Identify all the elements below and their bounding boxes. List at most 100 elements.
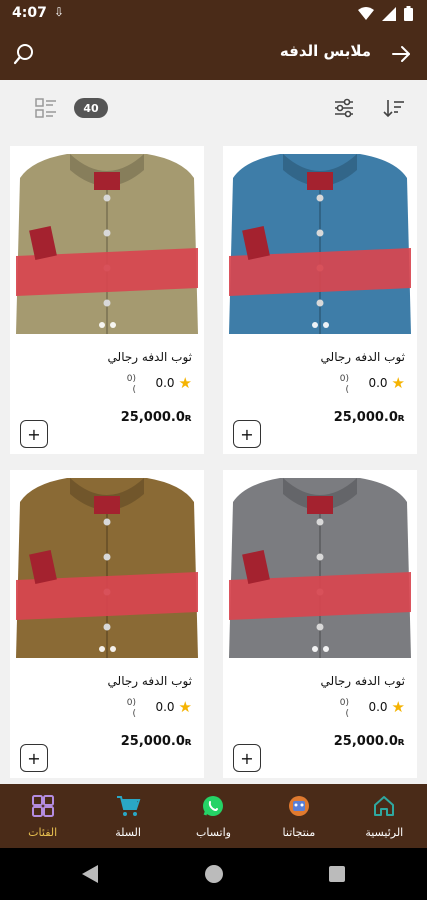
download-icon: ⇩ <box>54 5 65 19</box>
image-carousel-dots <box>12 646 202 652</box>
nav-item-categories[interactable]: الفئات <box>0 784 85 848</box>
plus-icon: + <box>240 424 254 444</box>
add-to-cart-button[interactable]: + <box>233 420 261 448</box>
product-price: 25,000.0ʀ <box>334 734 405 749</box>
rating-value: 0.0 <box>368 700 388 714</box>
price-value: 25,000.0 <box>333 410 398 425</box>
sort-icon <box>383 100 404 118</box>
home-icon <box>372 794 396 822</box>
image-carousel-dots <box>225 646 415 652</box>
product-price: 25,000.0ʀ <box>121 734 192 749</box>
star-icon: ★ <box>178 374 192 392</box>
product-price: 25,000.0ʀ <box>334 410 405 425</box>
nav-item-label: منتجاتنا <box>282 825 316 839</box>
carousel-dot <box>311 322 318 328</box>
sort-button[interactable] <box>382 96 406 120</box>
rating-value: 0.0 <box>155 700 175 714</box>
rating-value: 0.0 <box>368 376 388 390</box>
products-icon <box>287 794 311 822</box>
add-to-cart-button[interactable]: + <box>233 744 261 772</box>
carousel-dot <box>109 646 116 652</box>
star-icon: ★ <box>178 698 192 716</box>
plus-icon: + <box>27 424 41 444</box>
recents-square-icon[interactable] <box>329 866 345 882</box>
search-icon <box>13 44 33 65</box>
product-price: 25,000.0ʀ <box>121 410 192 425</box>
price-value: 25,000.0 <box>120 734 185 749</box>
nav-item-label: الرئيسية <box>365 825 404 839</box>
list-view-toggle[interactable] <box>34 96 58 120</box>
product-name[interactable]: ثوب الدفه رجالي <box>108 350 192 364</box>
image-carousel-dots <box>225 322 415 328</box>
nav-item-label: واتساب <box>196 825 231 839</box>
app-bar: ملابس الدفه <box>0 28 427 80</box>
plus-icon: + <box>240 748 254 768</box>
product-rating: 0.0 ★ <box>155 374 192 392</box>
carousel-dot <box>109 322 116 328</box>
product-rating: 0.0 ★ <box>368 374 405 392</box>
wifi-icon <box>358 7 374 20</box>
add-to-cart-button[interactable]: + <box>20 420 48 448</box>
rating-count: (0 ) <box>339 698 349 719</box>
star-icon: ★ <box>391 374 405 392</box>
riyal-icon: ʀ <box>397 411 405 424</box>
add-to-cart-button[interactable]: + <box>20 744 48 772</box>
product-card[interactable]: ثوب الدفه رجالي 0.0 ★ (0 ) 25,000.0ʀ + <box>10 470 204 778</box>
shirt-image <box>225 472 415 658</box>
status-time: 4:07 <box>12 5 47 21</box>
page-title: ملابس الدفه <box>279 42 371 60</box>
system-nav-bar <box>0 848 427 900</box>
nav-item-label: السلة <box>115 825 141 839</box>
nav-item-whatsapp[interactable]: واتساب <box>171 784 256 848</box>
nav-item-cart[interactable]: السلة <box>85 784 170 848</box>
arrow-right-icon <box>392 46 410 62</box>
search-button[interactable] <box>10 40 38 68</box>
nav-item-products[interactable]: منتجاتنا <box>256 784 341 848</box>
results-count-badge: 40 <box>74 98 108 118</box>
carousel-dot <box>98 646 105 652</box>
product-name[interactable]: ثوب الدفه رجالي <box>321 674 405 688</box>
shirt-image <box>225 148 415 334</box>
carousel-dot <box>322 322 329 328</box>
product-rating: 0.0 ★ <box>155 698 192 716</box>
product-image[interactable] <box>12 472 202 658</box>
filter-icon <box>335 98 353 118</box>
shirt-image <box>12 472 202 658</box>
filter-button[interactable] <box>332 96 356 120</box>
rating-count: (0 ) <box>339 374 349 395</box>
riyal-icon: ʀ <box>397 735 405 748</box>
toolbar: 40 <box>0 80 427 136</box>
home-circle-icon[interactable] <box>205 865 223 883</box>
product-card[interactable]: ثوب الدفه رجالي 0.0 ★ (0 ) 25,000.0ʀ + <box>223 146 417 454</box>
rating-count: (0 ) <box>126 698 136 719</box>
bottom-nav: الرئيسية منتجاتنا واتساب السلة الفئات <box>0 784 427 848</box>
rating-count: (0 ) <box>126 374 136 395</box>
categories-icon <box>31 794 55 822</box>
back-triangle-icon[interactable] <box>82 865 98 883</box>
price-value: 25,000.0 <box>333 734 398 749</box>
product-card[interactable]: ثوب الدفه رجالي 0.0 ★ (0 ) 25,000.0ʀ + <box>223 470 417 778</box>
status-icons <box>358 6 413 21</box>
product-image[interactable] <box>225 148 415 334</box>
nav-item-home[interactable]: الرئيسية <box>342 784 427 848</box>
list-view-icon <box>35 98 56 118</box>
battery-icon <box>404 6 413 21</box>
status-bar: 4:07 ⇩ <box>0 0 427 28</box>
back-button[interactable] <box>387 40 415 68</box>
rating-value: 0.0 <box>155 376 175 390</box>
carousel-dot <box>98 322 105 328</box>
product-rating: 0.0 ★ <box>368 698 405 716</box>
nav-item-label: الفئات <box>28 825 58 839</box>
product-card[interactable]: ثوب الدفه رجالي 0.0 ★ (0 ) 25,000.0ʀ + <box>10 146 204 454</box>
product-image[interactable] <box>12 148 202 334</box>
carousel-dot <box>311 646 318 652</box>
plus-icon: + <box>27 748 41 768</box>
product-name[interactable]: ثوب الدفه رجالي <box>108 674 192 688</box>
riyal-icon: ʀ <box>184 411 192 424</box>
product-name[interactable]: ثوب الدفه رجالي <box>321 350 405 364</box>
carousel-dot <box>322 646 329 652</box>
signal-icon <box>382 6 396 21</box>
product-image[interactable] <box>225 472 415 658</box>
riyal-icon: ʀ <box>184 735 192 748</box>
cart-icon <box>115 794 141 822</box>
